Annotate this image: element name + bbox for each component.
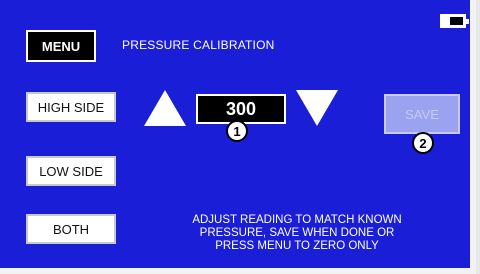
menu-button[interactable]: MENU [26, 30, 96, 62]
page-title: PRESSURE CALIBRATION [122, 38, 275, 52]
instructions-line-1: ADJUST READING TO MATCH KNOWN [192, 214, 402, 226]
callout-badge-2: 2 [412, 132, 434, 154]
low-side-button[interactable]: LOW SIDE [26, 156, 116, 186]
pressure-value-display: 300 [196, 94, 286, 124]
callout-badge-1: 1 [226, 120, 248, 142]
instructions-text: ADJUST READING TO MATCH KNOWN PRESSURE, … [140, 214, 454, 253]
save-button[interactable]: SAVE [384, 94, 460, 134]
triangle-up-icon[interactable] [144, 90, 186, 126]
triangle-down-icon[interactable] [296, 90, 338, 126]
instructions-line-2: PRESSURE, SAVE WHEN DONE OR [199, 227, 395, 239]
calibration-screen: MENU PRESSURE CALIBRATION HIGH SIDE LOW … [0, 0, 476, 274]
both-button[interactable]: BOTH [26, 214, 116, 244]
high-side-button[interactable]: HIGH SIDE [26, 92, 116, 122]
battery-icon [440, 14, 469, 28]
instructions-line-3: PRESS MENU TO ZERO ONLY [215, 240, 379, 252]
